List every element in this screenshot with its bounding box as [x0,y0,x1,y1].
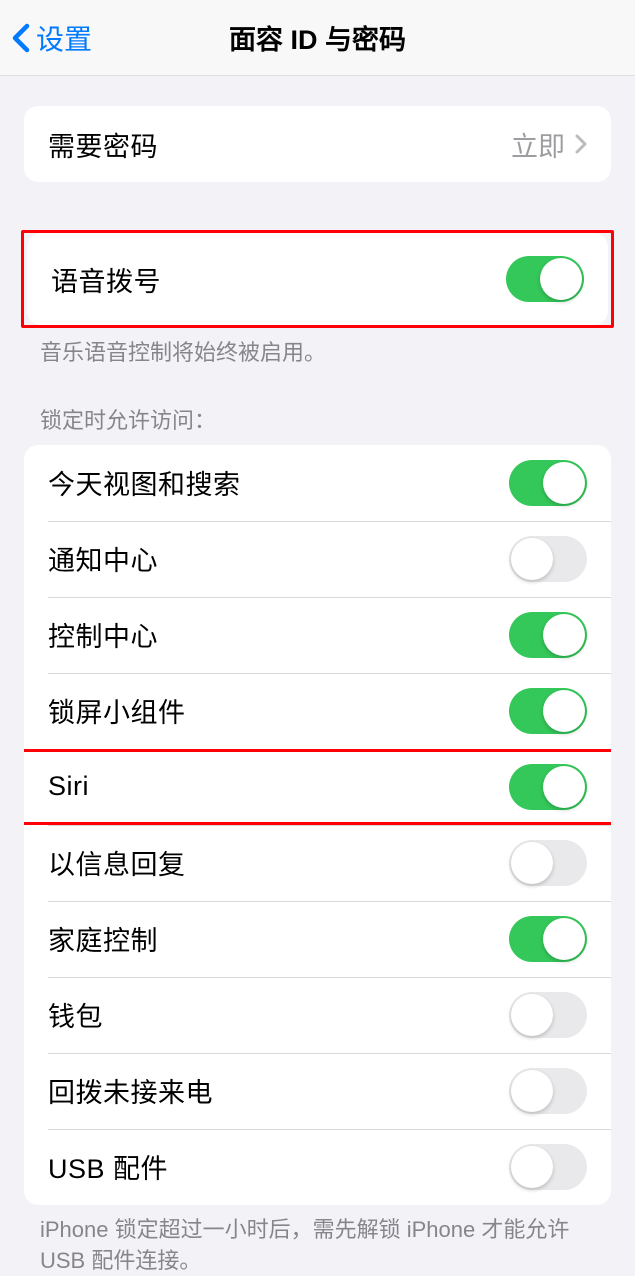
voice-dial-highlight: 语音拨号 [21,230,614,328]
locked-access-toggle[interactable] [509,1144,587,1190]
locked-access-cell: 通知中心 [24,521,611,597]
locked-access-label: 回拨未接来电 [48,1071,213,1110]
locked-access-cell: 今天视图和搜索 [24,445,611,521]
locked-access-cell: 锁屏小组件 [24,673,611,749]
back-button[interactable]: 设置 [0,18,92,58]
chevron-left-icon [12,23,30,53]
locked-access-toggle[interactable] [509,840,587,886]
locked-access-footer: iPhone 锁定超过一小时后，需先解锁 iPhone 才能允许 USB 配件连… [0,1205,635,1276]
require-passcode-group: 需要密码 立即 [24,106,611,182]
locked-access-toggle[interactable] [509,1068,587,1114]
locked-access-label: USB 配件 [48,1147,168,1186]
locked-access-group: 今天视图和搜索通知中心控制中心锁屏小组件 Siri 以信息回复家庭控制钱包回拨未接来… [24,445,611,1205]
voice-dial-group: 语音拨号 [27,233,608,325]
locked-access-label: 钱包 [48,995,103,1034]
locked-access-toggle[interactable] [509,460,587,506]
locked-access-toggle[interactable] [509,992,587,1038]
voice-dial-cell: 语音拨号 [27,233,608,325]
require-passcode-value: 立即 [511,125,565,164]
voice-dial-label: 语音拨号 [51,260,161,299]
locked-access-cell: 家庭控制 [24,901,611,977]
locked-access-toggle[interactable] [509,916,587,962]
back-label: 设置 [36,18,92,58]
locked-access-cell: 钱包 [24,977,611,1053]
chevron-right-icon [575,134,587,154]
locked-access-toggle[interactable] [509,612,587,658]
voice-dial-footer: 音乐语音控制将始终被启用。 [0,328,635,369]
locked-access-toggle[interactable] [509,536,587,582]
locked-access-label: 家庭控制 [48,919,158,958]
nav-bar: 设置 面容 ID 与密码 [0,0,635,76]
locked-access-cell: 控制中心 [24,597,611,673]
locked-access-label: 以信息回复 [48,843,186,882]
locked-access-cell: USB 配件 [24,1129,611,1205]
locked-access-cell: 以信息回复 [24,825,611,901]
locked-access-label: Siri [48,771,89,802]
locked-access-toggle[interactable] [509,688,587,734]
locked-access-label: 今天视图和搜索 [48,463,241,502]
locked-access-cell: Siri [24,749,611,825]
locked-access-label: 控制中心 [48,615,158,654]
voice-dial-toggle[interactable] [506,256,584,302]
require-passcode-cell[interactable]: 需要密码 立即 [24,106,611,182]
require-passcode-label: 需要密码 [48,125,158,164]
locked-access-label: 通知中心 [48,539,158,578]
locked-access-cell: 回拨未接来电 [24,1053,611,1129]
locked-access-toggle[interactable] [509,764,587,810]
locked-access-label: 锁屏小组件 [48,691,186,730]
page-title: 面容 ID 与密码 [229,18,406,57]
locked-access-header: 锁定时允许访问： [0,403,635,445]
